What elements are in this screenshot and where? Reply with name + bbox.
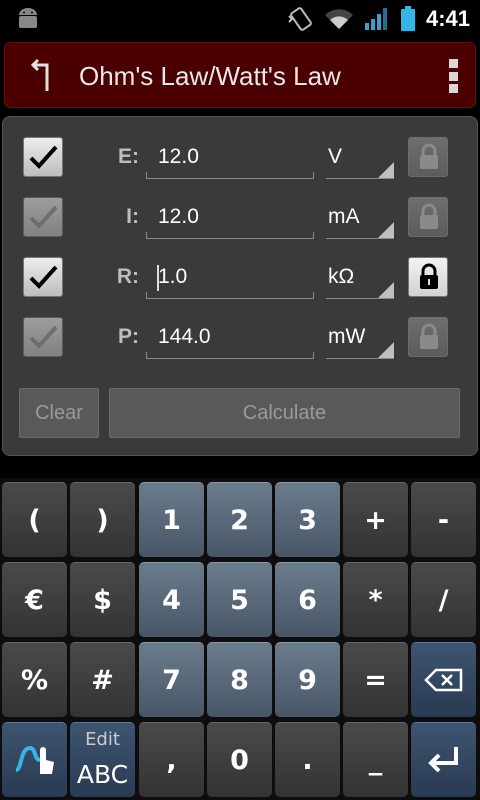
label-resistance: R: bbox=[116, 265, 139, 288]
enter-icon bbox=[427, 747, 458, 773]
checkbox-voltage[interactable] bbox=[23, 137, 63, 177]
checkbox-power[interactable] bbox=[23, 317, 63, 357]
key-euro[interactable]: € bbox=[2, 562, 67, 637]
key-percent[interactable]: % bbox=[2, 642, 67, 717]
row-power: P: 144.0 mW bbox=[3, 317, 479, 377]
label-current: I: bbox=[126, 205, 139, 228]
key-multiply[interactable]: * bbox=[343, 562, 408, 637]
key-8[interactable]: 8 bbox=[207, 642, 272, 717]
key-2[interactable]: 2 bbox=[207, 482, 272, 557]
calculate-button[interactable]: Calculate bbox=[109, 388, 460, 438]
key-divide[interactable]: / bbox=[411, 562, 476, 637]
clock: 4:41 bbox=[425, 6, 470, 31]
key-backspace[interactable] bbox=[411, 642, 476, 717]
lock-icon bbox=[420, 143, 438, 169]
input-resistance[interactable]: 1.0 bbox=[146, 257, 314, 299]
clear-button[interactable]: Clear bbox=[19, 388, 99, 438]
key-comma[interactable]: , bbox=[139, 722, 204, 797]
lock-toggle-voltage[interactable] bbox=[408, 137, 448, 177]
row-voltage: E: 12.0 V bbox=[3, 137, 479, 197]
key-hash[interactable]: # bbox=[70, 642, 135, 717]
input-voltage[interactable]: 12.0 bbox=[146, 137, 314, 179]
wifi-icon bbox=[324, 9, 353, 29]
key-6[interactable]: 6 bbox=[275, 562, 340, 637]
input-current[interactable]: 12.0 bbox=[146, 197, 314, 239]
key-close-paren[interactable]: ) bbox=[70, 482, 135, 557]
android-debug-icon bbox=[19, 8, 37, 28]
checkmark-icon bbox=[29, 265, 58, 289]
swipe-hand-icon bbox=[14, 745, 54, 774]
unit-select-voltage[interactable]: V bbox=[326, 137, 394, 179]
key-9[interactable]: 9 bbox=[275, 642, 340, 717]
key-dollar[interactable]: $ bbox=[70, 562, 135, 637]
key-minus[interactable]: - bbox=[411, 482, 476, 557]
key-7[interactable]: 7 bbox=[139, 642, 204, 717]
input-power[interactable]: 144.0 bbox=[146, 317, 314, 359]
action-bar: Ohm's Law/Watt's Law bbox=[4, 42, 476, 108]
unit-select-current[interactable]: mA bbox=[326, 197, 394, 239]
vibrate-icon bbox=[288, 7, 312, 31]
signal-icon bbox=[364, 8, 387, 30]
key-plus[interactable]: + bbox=[343, 482, 408, 557]
checkmark-icon bbox=[29, 205, 58, 229]
key-3[interactable]: 3 bbox=[275, 482, 340, 557]
label-power: P: bbox=[118, 325, 139, 348]
key-edit-abc[interactable]: Edit ABC bbox=[70, 722, 135, 797]
key-swipe-mode[interactable] bbox=[2, 722, 67, 797]
checkbox-current[interactable] bbox=[23, 197, 63, 237]
lock-toggle-current[interactable] bbox=[408, 197, 448, 237]
checkmark-icon bbox=[29, 325, 58, 349]
unit-select-power[interactable]: mW bbox=[326, 317, 394, 359]
label-voltage: E: bbox=[118, 145, 139, 168]
app-title: Ohm's Law/Watt's Law bbox=[79, 61, 341, 91]
key-space[interactable]: _ bbox=[343, 722, 408, 797]
key-open-paren[interactable]: ( bbox=[2, 482, 67, 557]
lock-icon bbox=[420, 203, 438, 229]
key-4[interactable]: 4 bbox=[139, 562, 204, 637]
lock-toggle-power[interactable] bbox=[408, 317, 448, 357]
back-arrow-icon[interactable] bbox=[27, 59, 57, 93]
key-enter[interactable] bbox=[411, 722, 476, 797]
numeric-keyboard: ( ) 1 2 3 + - € $ 4 5 6 * / % # 7 8 9 = … bbox=[0, 478, 480, 800]
battery-icon bbox=[400, 6, 415, 31]
lock-icon bbox=[420, 263, 438, 289]
status-bar: 4:41 bbox=[0, 0, 480, 38]
lock-icon bbox=[420, 323, 438, 349]
backspace-icon bbox=[423, 668, 462, 692]
overflow-menu-icon[interactable] bbox=[449, 59, 459, 93]
checkmark-icon bbox=[29, 145, 58, 169]
status-icons: 4:41 bbox=[286, 0, 470, 38]
key-5[interactable]: 5 bbox=[207, 562, 272, 637]
key-0[interactable]: 0 bbox=[207, 722, 272, 797]
row-current: I: 12.0 mA bbox=[3, 197, 479, 257]
checkbox-resistance[interactable] bbox=[23, 257, 63, 297]
lock-toggle-resistance[interactable] bbox=[408, 257, 448, 297]
unit-select-resistance[interactable]: kΩ bbox=[326, 257, 394, 299]
key-equals[interactable]: = bbox=[343, 642, 408, 717]
key-1[interactable]: 1 bbox=[139, 482, 204, 557]
key-period[interactable]: . bbox=[275, 722, 340, 797]
row-resistance: R: 1.0 kΩ bbox=[3, 257, 479, 317]
